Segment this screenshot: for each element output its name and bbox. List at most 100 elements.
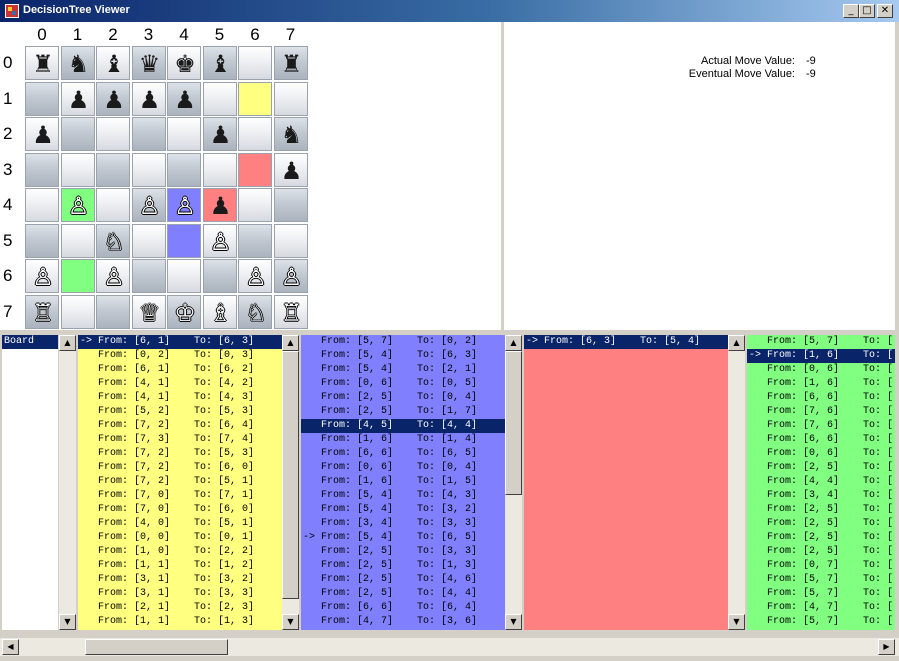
board-square-3-5[interactable] (202, 152, 237, 187)
list-item[interactable]: -> From: [6, 3] To: [5, 4] (524, 335, 728, 349)
list-item[interactable]: From: [2, 5] To: [4, 6] (301, 573, 505, 587)
board-square-6-7[interactable]: ♙ (273, 259, 308, 293)
list-item[interactable]: From: [2, 5] To: [1, 7] (301, 405, 505, 419)
list-item[interactable]: From: [6, 1] To: [6, 2] (78, 363, 282, 377)
hscroll-thumb[interactable] (85, 639, 228, 655)
board-square-5-3[interactable] (131, 223, 166, 258)
board-square-6-1[interactable] (60, 259, 95, 293)
board-square-6-4[interactable] (167, 259, 201, 293)
board-square-2-2[interactable] (96, 117, 130, 151)
board-square-3-0[interactable] (25, 152, 59, 187)
board-square-0-2[interactable]: ♝ (96, 46, 130, 80)
board-square-6-2[interactable]: ♙ (96, 259, 130, 293)
list-item[interactable]: From: [4, 7] To: [ (747, 601, 895, 615)
blue-move-list[interactable]: From: [5, 7] To: [0, 2] From: [5, 4] To:… (301, 335, 505, 630)
list-item[interactable]: From: [1, 1] To: [1, 2] (78, 559, 282, 573)
board-square-3-2[interactable] (96, 152, 130, 187)
board-square-0-6[interactable] (238, 46, 272, 80)
scroll-up-icon[interactable]: ▲ (59, 335, 76, 351)
yellow-list-scrollbar[interactable]: ▲ ▼ (282, 335, 299, 630)
list-item[interactable]: From: [2, 5] To: [3, 3] (301, 545, 505, 559)
board-square-6-3[interactable] (131, 259, 166, 293)
board-square-2-4[interactable] (167, 117, 201, 151)
scroll-up-icon[interactable]: ▲ (282, 335, 299, 351)
board-square-4-7[interactable] (273, 188, 308, 222)
board-square-0-7[interactable]: ♜ (273, 46, 308, 80)
list-item[interactable]: From: [7, 0] To: [6, 0] (78, 503, 282, 517)
list-item[interactable]: -> From: [1, 6] To: [ (747, 349, 895, 363)
board-square-1-3[interactable]: ♟ (131, 81, 166, 116)
scroll-down-icon[interactable]: ▼ (59, 614, 76, 630)
board-square-1-5[interactable] (202, 81, 237, 116)
list-item[interactable]: From: [0, 6] To: [ (747, 363, 895, 377)
board-square-5-6[interactable] (238, 223, 272, 258)
list-item[interactable]: From: [1, 1] To: [1, 3] (78, 615, 282, 629)
board-square-4-2[interactable] (96, 188, 130, 222)
board-square-1-2[interactable]: ♟ (96, 81, 130, 116)
list-item[interactable]: From: [4, 1] To: [4, 3] (78, 391, 282, 405)
blue-list-scrollbar[interactable]: ▲ ▼ (505, 335, 522, 630)
list-item[interactable]: From: [3, 1] To: [3, 2] (78, 573, 282, 587)
red-move-list[interactable]: -> From: [6, 3] To: [5, 4] (524, 335, 728, 630)
list-item[interactable]: From: [5, 4] To: [3, 2] (301, 503, 505, 517)
board-square-4-1[interactable]: ♙ (60, 188, 95, 222)
list-item[interactable]: Board (2, 335, 58, 349)
board-square-2-1[interactable] (60, 117, 95, 151)
scroll-right-icon[interactable]: ▶ (878, 639, 895, 655)
list-item[interactable]: From: [1, 0] To: [2, 2] (78, 545, 282, 559)
list-item[interactable]: From: [4, 4] To: [ (747, 475, 895, 489)
board-square-4-0[interactable] (25, 188, 59, 222)
list-item[interactable]: From: [7, 2] To: [5, 1] (78, 475, 282, 489)
scroll-up-icon[interactable]: ▲ (728, 335, 745, 351)
list-item[interactable]: From: [1, 6] To: [1, 4] (301, 433, 505, 447)
board-square-3-3[interactable] (131, 152, 166, 187)
board-square-2-7[interactable]: ♞ (273, 117, 308, 151)
list-item[interactable]: From: [7, 3] To: [7, 4] (78, 433, 282, 447)
board-square-0-0[interactable]: ♜ (25, 46, 59, 80)
board-square-6-5[interactable] (202, 259, 237, 293)
list-item[interactable]: From: [0, 6] To: [0, 4] (301, 461, 505, 475)
board-square-5-0[interactable] (25, 223, 59, 258)
list-item[interactable]: -> From: [5, 4] To: [6, 5] (301, 531, 505, 545)
list-item[interactable]: From: [5, 2] To: [5, 3] (78, 405, 282, 419)
board-square-3-7[interactable]: ♟ (273, 152, 308, 187)
minimize-button[interactable]: _ (843, 4, 859, 18)
board-square-1-4[interactable]: ♟ (167, 81, 201, 116)
list-item[interactable]: From: [1, 6] To: [ (747, 377, 895, 391)
board-square-5-7[interactable] (273, 223, 308, 258)
board-square-6-0[interactable]: ♙ (25, 259, 59, 293)
list-item[interactable]: From: [5, 4] To: [2, 1] (301, 363, 505, 377)
list-item[interactable]: From: [0, 7] To: [ (747, 559, 895, 573)
list-item[interactable]: From: [4, 7] To: [3, 6] (301, 615, 505, 629)
board-square-5-2[interactable]: ♘ (96, 223, 130, 258)
board-square-4-5[interactable]: ♟ (202, 188, 237, 222)
board-square-0-3[interactable]: ♛ (131, 46, 166, 80)
scroll-down-icon[interactable]: ▼ (282, 614, 299, 630)
board-square-1-0[interactable] (25, 81, 59, 116)
board-square-0-1[interactable]: ♞ (60, 46, 95, 80)
list-item[interactable]: From: [3, 1] To: [3, 3] (78, 587, 282, 601)
board-square-7-3[interactable]: ♕ (131, 294, 166, 329)
list-item[interactable]: From: [6, 6] To: [6, 4] (301, 601, 505, 615)
list-item[interactable]: From: [7, 2] To: [6, 4] (78, 419, 282, 433)
board-square-7-1[interactable] (60, 294, 95, 329)
scroll-thumb[interactable] (505, 351, 522, 495)
list-item[interactable]: From: [4, 5] To: [4, 4] (301, 419, 505, 433)
yellow-move-list[interactable]: -> From: [6, 1] To: [6, 3] From: [0, 2] … (78, 335, 282, 630)
board-square-5-1[interactable] (60, 223, 95, 258)
list-item[interactable]: From: [6, 6] To: [ (747, 391, 895, 405)
list-item[interactable]: From: [4, 0] To: [5, 1] (78, 517, 282, 531)
board-square-2-0[interactable]: ♟ (25, 117, 59, 151)
board-square-4-4[interactable]: ♙ (167, 188, 201, 222)
list-item[interactable]: From: [6, 6] To: [6, 5] (301, 447, 505, 461)
board-square-0-4[interactable]: ♚ (167, 46, 201, 80)
list-item[interactable]: From: [5, 7] To: [0, 2] (301, 335, 505, 349)
scroll-down-icon[interactable]: ▼ (505, 614, 522, 630)
list-item[interactable]: From: [2, 5] To: [ (747, 503, 895, 517)
list-item[interactable]: From: [2, 5] To: [ (747, 517, 895, 531)
list-item[interactable]: From: [2, 5] To: [4, 4] (301, 587, 505, 601)
list-item[interactable]: From: [2, 5] To: [ (747, 461, 895, 475)
board-square-4-6[interactable] (238, 188, 272, 222)
board-square-7-5[interactable]: ♗ (202, 294, 237, 329)
board-square-3-1[interactable] (60, 152, 95, 187)
